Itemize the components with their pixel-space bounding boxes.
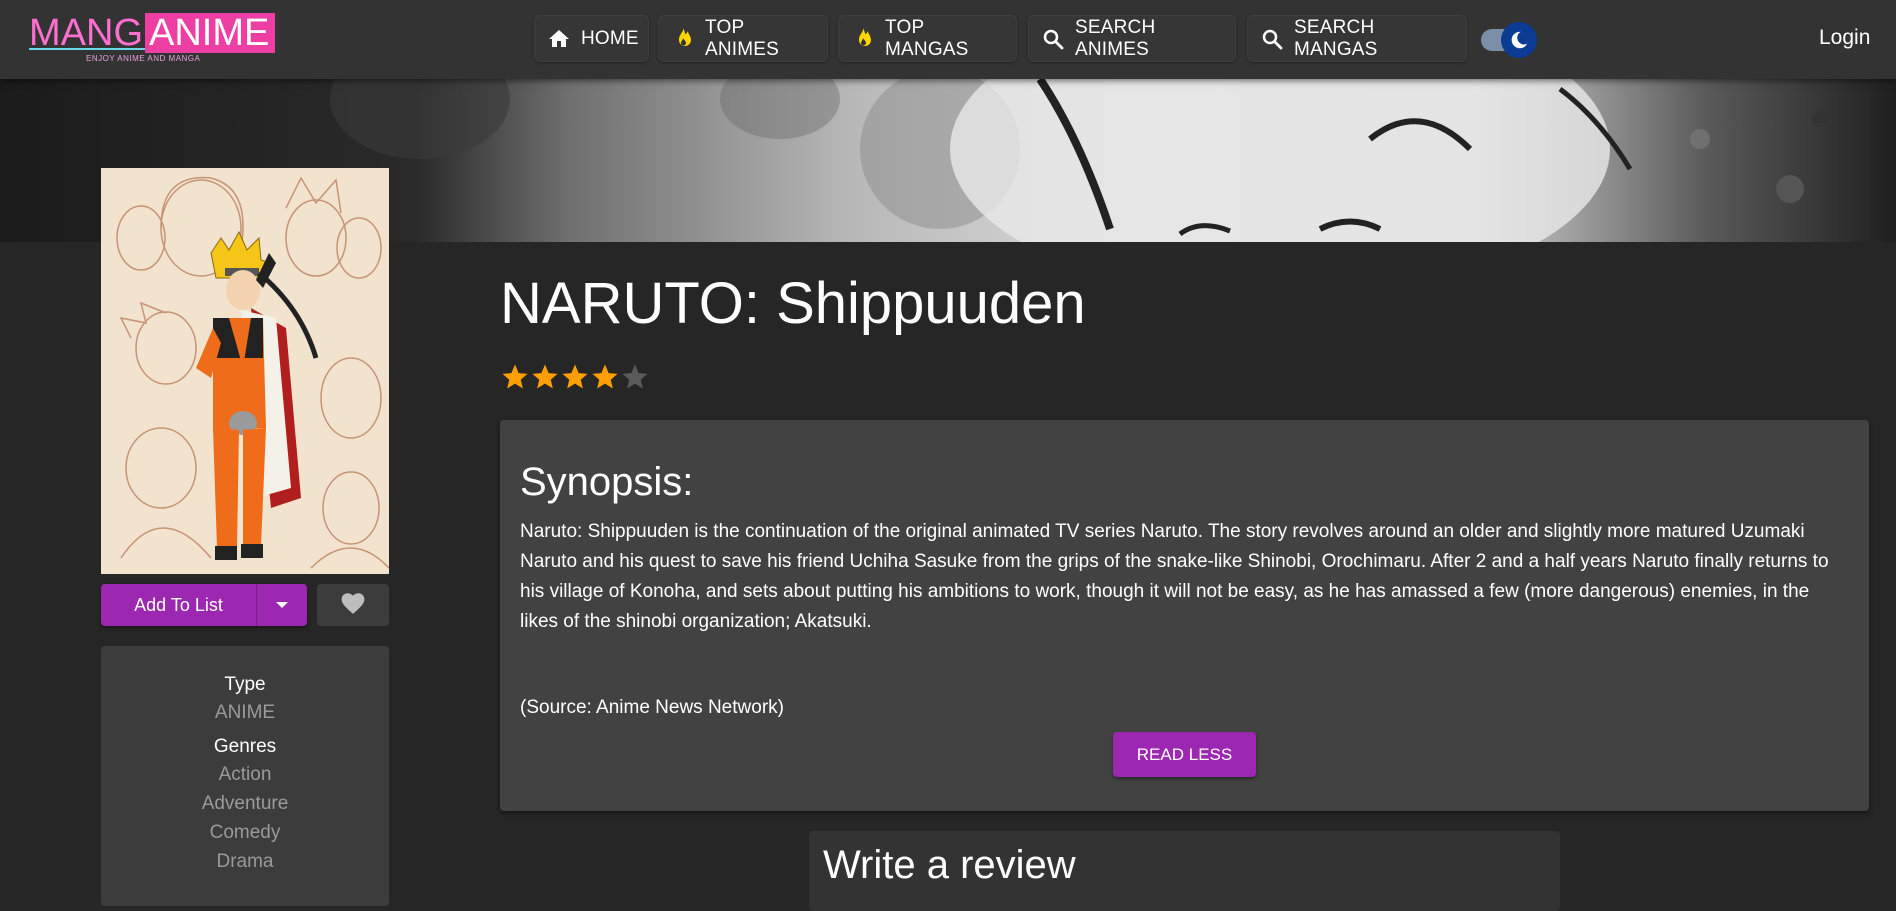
add-to-list-label: Add To List — [134, 594, 223, 615]
write-review-heading: Write a review — [823, 843, 1076, 887]
moon-icon — [1501, 22, 1537, 58]
nav-home-label: HOME — [581, 27, 639, 49]
nav-search-mangas-label: SEARCH MANGAS — [1294, 16, 1378, 60]
write-review-card: Write a review — [809, 831, 1560, 911]
home-icon — [547, 27, 571, 51]
genres-heading: Genres — [213, 736, 277, 757]
star-icon[interactable] — [530, 362, 560, 392]
nav-top-mangas-label: TOP MANGAS — [885, 16, 969, 60]
heart-icon — [340, 591, 366, 620]
nav-search-animes-button[interactable]: SEARCH ANIMES — [1028, 15, 1236, 62]
genre-item[interactable]: Comedy — [101, 822, 389, 844]
navbar: MANG ANIME ENJOY ANIME AND MANGA HOME TO… — [0, 0, 1896, 79]
synopsis-source: (Source: Anime News Network) — [520, 697, 784, 718]
star-rating[interactable] — [500, 362, 650, 392]
site-logo[interactable]: MANG ANIME ENJOY ANIME AND MANGA — [29, 12, 276, 67]
nav-top-animes-label: TOP ANIMES — [705, 16, 780, 60]
type-heading: Type — [224, 674, 266, 695]
type-value: ANIME — [214, 702, 276, 723]
logo-text-mang: MANG — [29, 12, 145, 54]
genre-item[interactable]: Drama — [101, 851, 389, 873]
nav-top-animes-button[interactable]: TOP ANIMES — [658, 15, 828, 62]
star-icon[interactable] — [500, 362, 530, 392]
search-icon — [1260, 27, 1284, 51]
anime-title: NARUTO: Shippuuden — [500, 271, 1086, 336]
caret-down-icon[interactable] — [257, 601, 307, 609]
add-to-list-button[interactable]: Add To List — [101, 584, 307, 626]
star-icon[interactable] — [590, 362, 620, 392]
nav-top-mangas-button[interactable]: TOP MANGAS — [838, 15, 1017, 62]
anime-info-panel: Type ANIME Genres Action Adventure Comed… — [101, 646, 389, 906]
genre-item[interactable]: Action — [101, 764, 389, 786]
logo-tagline: ENJOY ANIME AND MANGA — [86, 54, 201, 63]
login-link[interactable]: Login — [1819, 26, 1870, 50]
dark-mode-toggle[interactable] — [1479, 22, 1539, 58]
nav-home-button[interactable]: HOME — [534, 15, 649, 62]
flame-icon — [851, 27, 875, 51]
logo-text-anime: ANIME — [145, 13, 276, 53]
star-empty-icon[interactable] — [620, 362, 650, 392]
anime-poster-image — [101, 168, 389, 574]
search-icon — [1041, 27, 1065, 51]
genre-item[interactable]: Adventure — [101, 793, 389, 815]
synopsis-text: Naruto: Shippuuden is the continuation o… — [520, 521, 1829, 632]
star-icon[interactable] — [560, 362, 590, 392]
synopsis-heading: Synopsis: — [520, 460, 694, 504]
nav-search-mangas-button[interactable]: SEARCH MANGAS — [1247, 15, 1467, 62]
synopsis-card: Synopsis: Naruto: Shippuuden is the cont… — [500, 420, 1869, 811]
flame-icon — [671, 27, 695, 51]
favorite-button[interactable] — [317, 584, 389, 626]
nav-search-animes-label: SEARCH ANIMES — [1075, 16, 1156, 60]
read-less-button[interactable]: READ LESS — [1113, 732, 1256, 777]
